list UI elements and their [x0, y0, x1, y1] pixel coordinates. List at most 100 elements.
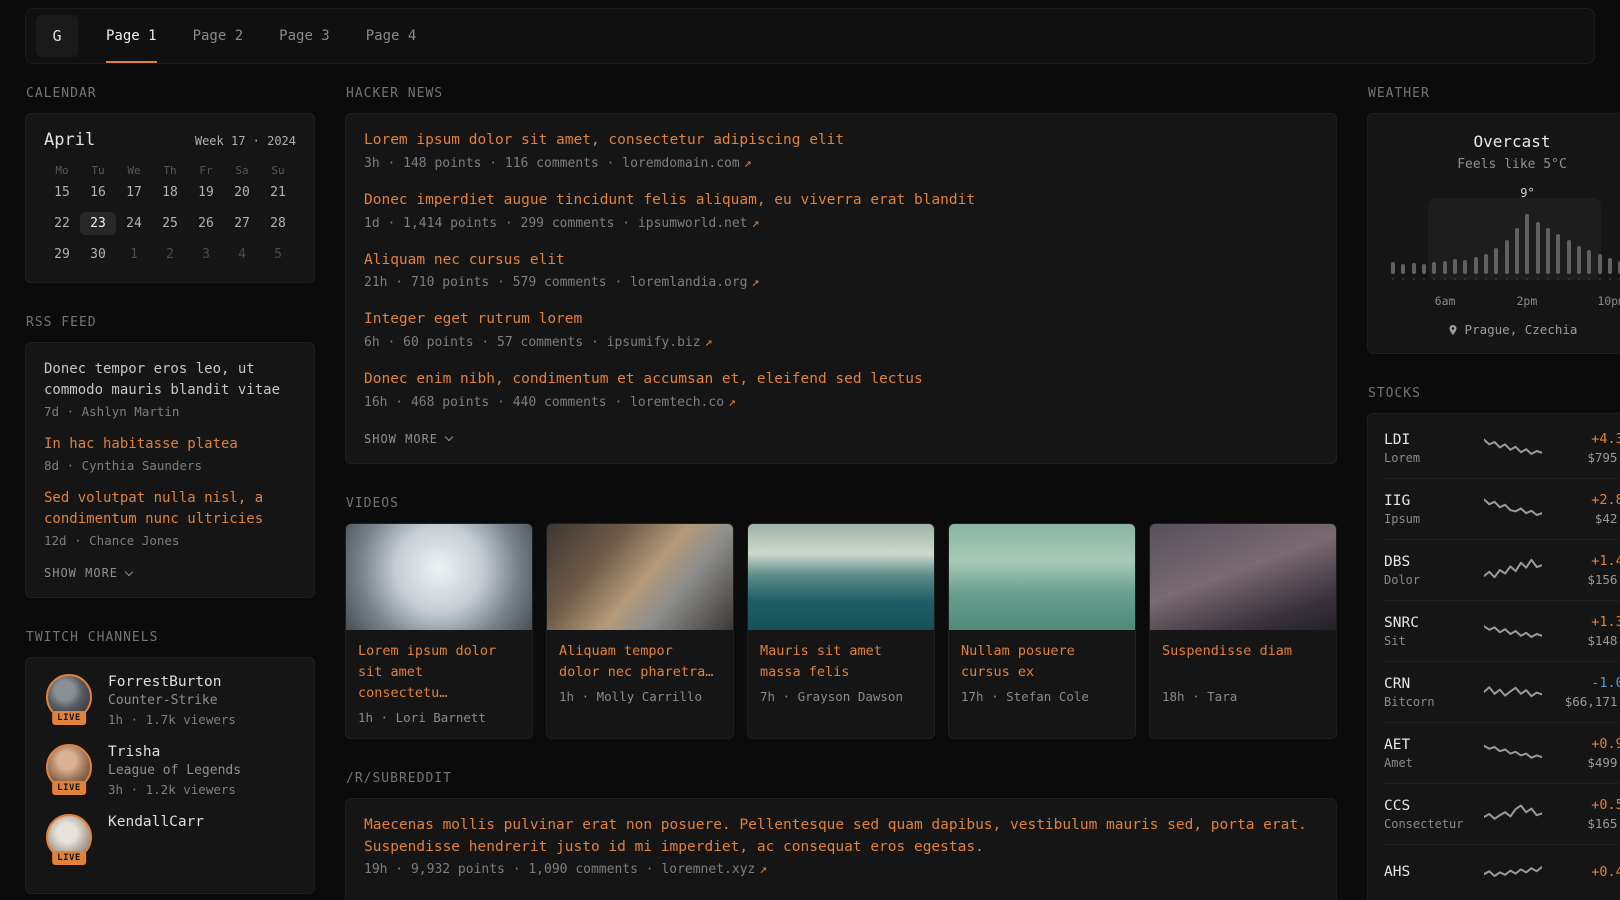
rss-item: In hac habitasse platea 8d · Cynthia Sau… — [44, 434, 296, 473]
video-card[interactable]: Lorem ipsum dolor sit amet consectetu… 1… — [345, 523, 533, 739]
calendar-day: 16 — [80, 181, 116, 204]
news-item-domain[interactable]: loremdomain.com↗ — [622, 156, 751, 171]
video-title[interactable]: Mauris sit amet massa felis — [760, 641, 922, 683]
calendar-day-next-month: 5 — [260, 243, 296, 266]
video-card[interactable]: Nullam posuere cursus ex 17h · Stefan Co… — [948, 523, 1136, 739]
twitch-avatar-wrap: LIVE — [44, 674, 94, 720]
weather-bar — [1450, 204, 1460, 280]
weekday-label: Th — [152, 164, 188, 181]
weather-bar — [1481, 204, 1491, 280]
video-card[interactable]: Mauris sit amet massa felis 7h · Grayson… — [747, 523, 935, 739]
twitch-channel-row[interactable]: LIVE ForrestBurton Counter-Strike 1h · 1… — [44, 674, 296, 727]
weather-time-label: 10pm — [1597, 294, 1620, 308]
stocks-widget: STOCKS LDI Lorem +4.35% $795.18 IIG — [1367, 386, 1620, 900]
video-body: Nullam posuere cursus ex 17h · Stefan Co… — [949, 630, 1135, 717]
video-card[interactable]: Aliquam tempor dolor nec pharetra… 1h · … — [546, 523, 734, 739]
calendar-day: 25 — [152, 212, 188, 235]
video-title[interactable]: Aliquam tempor dolor nec pharetra… — [559, 641, 721, 683]
stock-row[interactable]: AHS +0.46% — [1384, 844, 1620, 900]
video-card[interactable]: Suspendisse diam 18h · Tara — [1149, 523, 1337, 739]
video-thumbnail[interactable] — [748, 524, 934, 630]
video-thumbnail[interactable] — [547, 524, 733, 630]
weather-location-text: Prague, Czechia — [1465, 322, 1578, 337]
news-item-title[interactable]: Donec imperdiet augue tincidunt felis al… — [364, 190, 1318, 212]
stock-price: $165.84 — [1552, 816, 1620, 831]
videos-row: Lorem ipsum dolor sit amet consectetu… 1… — [345, 523, 1337, 739]
news-item-title[interactable]: Aliquam nec cursus elit — [364, 250, 1318, 272]
video-title[interactable]: Suspendisse diam — [1162, 641, 1324, 683]
video-meta: 1h · Lori Barnett — [358, 710, 520, 725]
hackernews-widget: HACKER NEWS Lorem ipsum dolor sit amet, … — [345, 86, 1337, 464]
news-item-title[interactable]: Lorem ipsum dolor sit amet, consectetur … — [364, 130, 1318, 152]
stock-id: DBS Dolor — [1384, 554, 1474, 587]
twitch-channel-info: KendallCarr — [108, 814, 204, 834]
twitch-channel-row[interactable]: LIVE KendallCarr — [44, 814, 296, 860]
stock-row[interactable]: IIG Ipsum +2.84% $42.04 — [1384, 478, 1620, 539]
news-item-stats: 16h · 468 points · 440 comments · — [364, 395, 622, 410]
calendar-day-next-month: 4 — [224, 243, 260, 266]
hackernews-show-more-button[interactable]: SHOW MORE — [364, 432, 452, 446]
weather-time-label: 6am — [1435, 294, 1456, 308]
stock-row[interactable]: AET Amet +0.92% $499.72 — [1384, 722, 1620, 783]
video-title[interactable]: Nullam posuere cursus ex — [961, 641, 1123, 683]
external-link-icon: ↗ — [728, 395, 736, 410]
twitch-channel-info: Trisha League of Legends 3h · 1.2k viewe… — [108, 744, 241, 797]
weather-bar — [1398, 204, 1408, 280]
news-item-domain[interactable]: ipsumify.biz↗ — [607, 335, 713, 350]
tab-page-4[interactable]: Page 4 — [366, 9, 417, 63]
news-item-title[interactable]: Integer eget rutrum lorem — [364, 309, 1318, 331]
weather-bar — [1543, 204, 1553, 280]
stock-row[interactable]: CCS Consectetur +0.51% $165.84 — [1384, 783, 1620, 844]
twitch-channel-row[interactable]: LIVE Trisha League of Legends 3h · 1.2k … — [44, 744, 296, 797]
subreddit-card: Maecenas mollis pulvinar erat non posuer… — [345, 798, 1337, 900]
weekday-label: Fr — [188, 164, 224, 181]
rss-item-title[interactable]: Sed volutpat nulla nisl, a condimentum n… — [44, 488, 296, 530]
weather-location: Prague, Czechia — [1384, 322, 1620, 337]
reddit-post-title[interactable]: Maecenas mollis pulvinar erat non posuer… — [364, 815, 1318, 859]
reddit-post-stats: 19h · 9,932 points · 1,090 comments · — [364, 862, 654, 877]
calendar-day-next-month: 3 — [188, 243, 224, 266]
rss-item-title[interactable]: Donec tempor eros leo, ut commodo mauris… — [44, 359, 296, 401]
calendar-day: 26 — [188, 212, 224, 235]
tab-page-1[interactable]: Page 1 — [106, 9, 157, 63]
calendar-day: 17 — [116, 181, 152, 204]
stock-price: $499.72 — [1552, 755, 1620, 770]
stock-row[interactable]: LDI Lorem +4.35% $795.18 — [1384, 418, 1620, 478]
rss-item-title[interactable]: In hac habitasse platea — [44, 434, 296, 455]
news-item: Integer eget rutrum lorem 6h · 60 points… — [364, 309, 1318, 350]
stock-row[interactable]: DBS Dolor +1.42% $156.28 — [1384, 539, 1620, 600]
video-thumbnail[interactable] — [1150, 524, 1336, 630]
news-item-stats: 6h · 60 points · 57 comments · — [364, 335, 599, 350]
tab-page-3[interactable]: Page 3 — [279, 9, 330, 63]
weather-bar — [1471, 204, 1481, 280]
news-item-title[interactable]: Donec enim nibh, condimentum et accumsan… — [364, 369, 1318, 391]
stock-values: +0.46% — [1552, 864, 1620, 883]
news-item-domain[interactable]: loremlandia.org↗ — [630, 275, 759, 290]
rss-item-meta: 12d · Chance Jones — [44, 533, 296, 548]
weather-hourly-chart: 9° — [1388, 186, 1620, 290]
news-item-domain[interactable]: loremtech.co↗ — [630, 395, 736, 410]
calendar-day: 29 — [44, 243, 80, 266]
weekday-label: Mo — [44, 164, 80, 181]
video-body: Suspendisse diam 18h · Tara — [1150, 630, 1336, 717]
video-thumbnail[interactable] — [949, 524, 1135, 630]
stock-row[interactable]: SNRC Sit +1.36% $148.64 — [1384, 600, 1620, 661]
reddit-post-domain[interactable]: loremnet.xyz↗ — [661, 862, 767, 877]
stock-row[interactable]: CRN Bitcorn -1.00% $66,171.48 — [1384, 661, 1620, 722]
weather-bar — [1584, 204, 1594, 280]
twitch-avatar-wrap: LIVE — [44, 814, 94, 860]
external-link-icon: ↗ — [752, 275, 760, 290]
video-thumbnail[interactable] — [346, 524, 532, 630]
right-column: WEATHER Overcast Feels like 5°C 9° 6am 2… — [1367, 86, 1620, 900]
tab-page-2[interactable]: Page 2 — [193, 9, 244, 63]
calendar-day: 24 — [116, 212, 152, 235]
stock-id: LDI Lorem — [1384, 432, 1474, 465]
rss-show-more-button[interactable]: SHOW MORE — [44, 566, 132, 580]
app-logo[interactable]: G — [36, 15, 78, 57]
weather-bar — [1460, 204, 1470, 280]
stock-values: -1.00% $66,171.48 — [1552, 675, 1620, 709]
news-item-domain[interactable]: ipsumworld.net↗ — [638, 216, 759, 231]
reddit-post: Maecenas mollis pulvinar erat non posuer… — [364, 815, 1318, 878]
stock-id: IIG Ipsum — [1384, 493, 1474, 526]
video-title[interactable]: Lorem ipsum dolor sit amet consectetu… — [358, 641, 520, 704]
